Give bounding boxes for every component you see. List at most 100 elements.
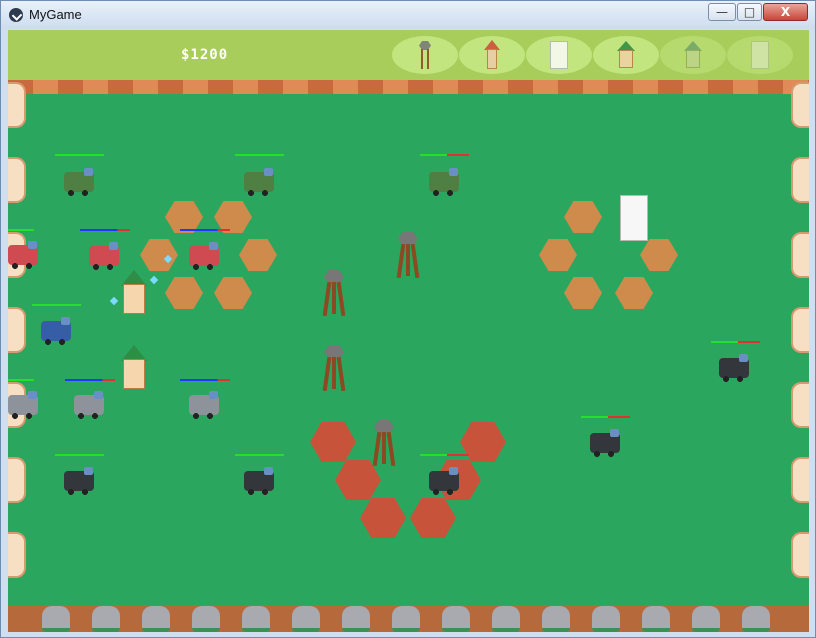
player-health-bar — [65, 379, 115, 381]
gray-truck-unit[interactable] — [74, 391, 104, 419]
watchtower[interactable] — [320, 345, 348, 392]
right-border-piece — [791, 157, 809, 203]
right-border-piece — [791, 232, 809, 278]
rock-icon — [392, 606, 420, 632]
maximize-button[interactable]: □ — [737, 3, 762, 21]
money-counter: $1200 — [181, 47, 229, 63]
rock-icon — [342, 606, 370, 632]
dark-truck-unit[interactable] — [719, 354, 749, 382]
tower-leg — [332, 282, 336, 314]
white-block-building[interactable] — [620, 195, 648, 241]
window-title: MyGame — [29, 7, 82, 22]
blue-truck-unit[interactable] — [41, 317, 71, 345]
rock-icon — [492, 606, 520, 632]
rock-icon — [742, 606, 770, 632]
build-red-roof-tower-button[interactable] — [459, 36, 525, 74]
green-roof-house[interactable] — [118, 270, 150, 316]
red-truck-unit[interactable] — [189, 242, 219, 270]
title-bar[interactable]: MyGame — □ X — [1, 1, 815, 29]
enemy-health-bar — [8, 379, 34, 381]
rock-icon — [242, 606, 270, 632]
right-border-piece — [791, 307, 809, 353]
faded-block-icon — [751, 41, 769, 69]
game-window: MyGame — □ X $1200 — [0, 0, 816, 638]
tower-leg — [372, 431, 382, 467]
player-health-bar — [180, 379, 230, 381]
top-board-border — [8, 80, 809, 94]
tower-leg — [322, 281, 332, 317]
tower-leg — [322, 356, 332, 392]
enemy-health-bar — [55, 454, 104, 456]
left-border-piece — [8, 82, 26, 128]
watchtower[interactable] — [394, 232, 422, 279]
rock-icon — [142, 606, 170, 632]
player-health-bar — [80, 229, 130, 231]
faded-sprout-icon — [683, 41, 703, 69]
green-truck-unit[interactable] — [429, 168, 459, 196]
left-border-piece — [8, 532, 26, 578]
player-health-bar — [180, 229, 230, 231]
right-border-piece — [791, 532, 809, 578]
build-white-block-button[interactable] — [526, 36, 592, 74]
enemy-health-bar — [235, 454, 284, 456]
dark-truck-unit[interactable] — [429, 467, 459, 495]
tower-leg — [382, 432, 386, 464]
rock-icon — [642, 606, 670, 632]
enemy-health-bar — [8, 229, 34, 231]
left-border-piece — [8, 307, 26, 353]
enemy-health-bar — [581, 416, 630, 418]
enemy-health-bar — [420, 454, 469, 456]
enemy-health-bar — [32, 304, 81, 306]
tower-leg — [396, 243, 406, 279]
rock-icon — [592, 606, 620, 632]
tower-leg — [336, 281, 346, 317]
rock-icon — [542, 606, 570, 632]
watchtower-icon — [416, 41, 434, 69]
enemy-health-bar — [711, 341, 760, 343]
watchtower[interactable] — [320, 270, 348, 317]
red-roof-tower-icon — [483, 40, 501, 70]
build-sprout-button[interactable] — [660, 36, 726, 74]
rock-icon — [292, 606, 320, 632]
right-border-piece — [791, 382, 809, 428]
build-watchtower-button[interactable] — [392, 36, 458, 74]
white-block-icon — [550, 41, 568, 69]
house-body — [123, 284, 145, 314]
green-truck-unit[interactable] — [64, 168, 94, 196]
left-border-piece — [8, 157, 26, 203]
dark-truck-unit[interactable] — [64, 467, 94, 495]
tower-leg — [336, 356, 346, 392]
tower-leg — [332, 357, 336, 389]
right-border-piece — [791, 457, 809, 503]
gray-truck-unit[interactable] — [189, 391, 219, 419]
tower-leg — [406, 244, 410, 276]
build-green-roof-house-button[interactable] — [593, 36, 659, 74]
rock-icon — [42, 606, 70, 632]
rock-icon — [192, 606, 220, 632]
red-truck-unit[interactable] — [8, 241, 38, 269]
right-border-piece — [791, 82, 809, 128]
green-roof-house-icon — [616, 41, 636, 69]
gray-truck-unit[interactable] — [8, 391, 38, 419]
enemy-health-bar — [420, 154, 469, 156]
close-button[interactable]: X — [763, 3, 808, 21]
app-icon — [9, 8, 23, 22]
watchtower[interactable] — [370, 420, 398, 467]
tower-leg — [386, 431, 396, 467]
dark-truck-unit[interactable] — [244, 467, 274, 495]
minimize-button[interactable]: — — [708, 3, 736, 21]
enemy-health-bar — [235, 154, 284, 156]
tower-leg — [410, 243, 420, 279]
rock-icon — [692, 606, 720, 632]
top-hud: $1200 — [8, 30, 809, 80]
green-truck-unit[interactable] — [244, 168, 274, 196]
rock-icon — [92, 606, 120, 632]
build-faded-block-button[interactable] — [727, 36, 793, 74]
dark-truck-unit[interactable] — [590, 429, 620, 457]
left-border-piece — [8, 457, 26, 503]
rock-icon — [442, 606, 470, 632]
game-area[interactable]: $1200 — [8, 30, 809, 632]
green-roof-house[interactable] — [118, 345, 150, 391]
enemy-health-bar — [55, 154, 104, 156]
red-truck-unit[interactable] — [89, 242, 119, 270]
